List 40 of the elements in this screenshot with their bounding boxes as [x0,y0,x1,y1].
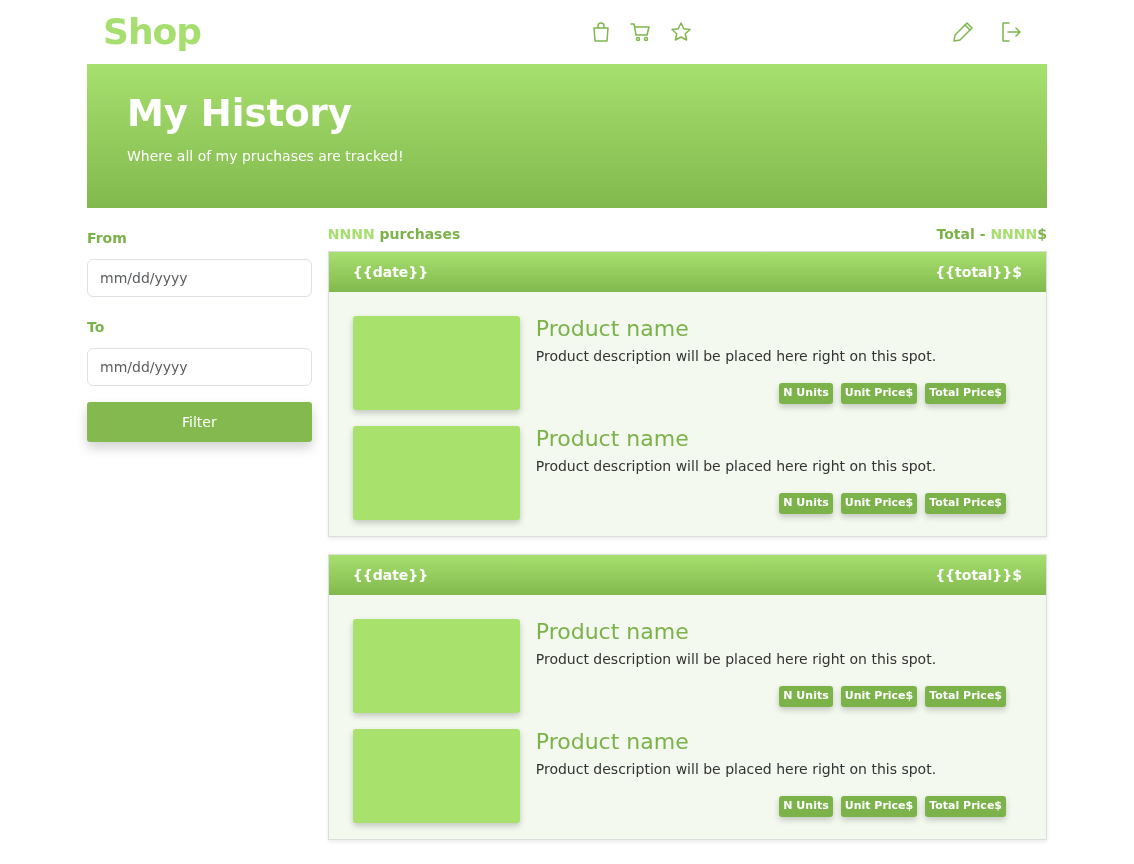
product-name: Product name [535,426,690,453]
product-tag: Total Price$ [925,686,1006,707]
product-description: Product description will be placed here right on this spot. [535,760,938,780]
page-subtitle: Where all of my pruchases are tracked! [127,147,405,167]
order-total: {{total}}$ [935,565,1022,585]
pencil-icon[interactable] [951,20,975,44]
date-field[interactable]: mm/dd/yyyy [87,348,312,386]
shop-logo[interactable]: Shop [87,5,202,59]
order-total: {{total}}$ [935,262,1022,282]
order-date: {{date}} [352,565,429,585]
product-name: Product name [535,316,690,343]
product-tag: N Units [779,686,833,707]
purchase-label: purchases [379,226,461,242]
purchase-count: NNNN [327,226,375,242]
product-tag: Total Price$ [925,383,1006,404]
field-label: To [87,318,106,337]
product-tag: Unit Price$ [840,493,918,514]
product-description: Product description will be placed here right on this spot. [535,457,938,477]
total-value: NNNN [990,226,1038,242]
product-tag: N Units [779,493,833,514]
product-tag: N Units [779,796,833,817]
star-icon[interactable] [669,20,694,44]
total-label: Total - [936,226,986,242]
field-label: From [87,229,128,248]
logout-icon[interactable] [999,20,1023,44]
product-description: Product description will be placed here right on this spot. [535,347,938,367]
product-tag: Total Price$ [925,796,1006,817]
product-tag: Total Price$ [925,493,1006,514]
date-field[interactable]: mm/dd/yyyy [87,259,312,297]
page-title: My History [127,92,353,137]
currency-symbol: $ [1037,226,1047,242]
product-tag: Unit Price$ [840,796,918,817]
product-tag: Unit Price$ [840,383,918,404]
product-tag: Unit Price$ [840,686,918,707]
product-description: Product description will be placed here right on this spot. [535,650,938,670]
product-tag: N Units [779,383,833,404]
product-name: Product name [535,729,690,756]
filter-button[interactable]: Filter [87,402,312,442]
order-date: {{date}} [352,262,429,282]
product-name: Product name [535,619,690,646]
